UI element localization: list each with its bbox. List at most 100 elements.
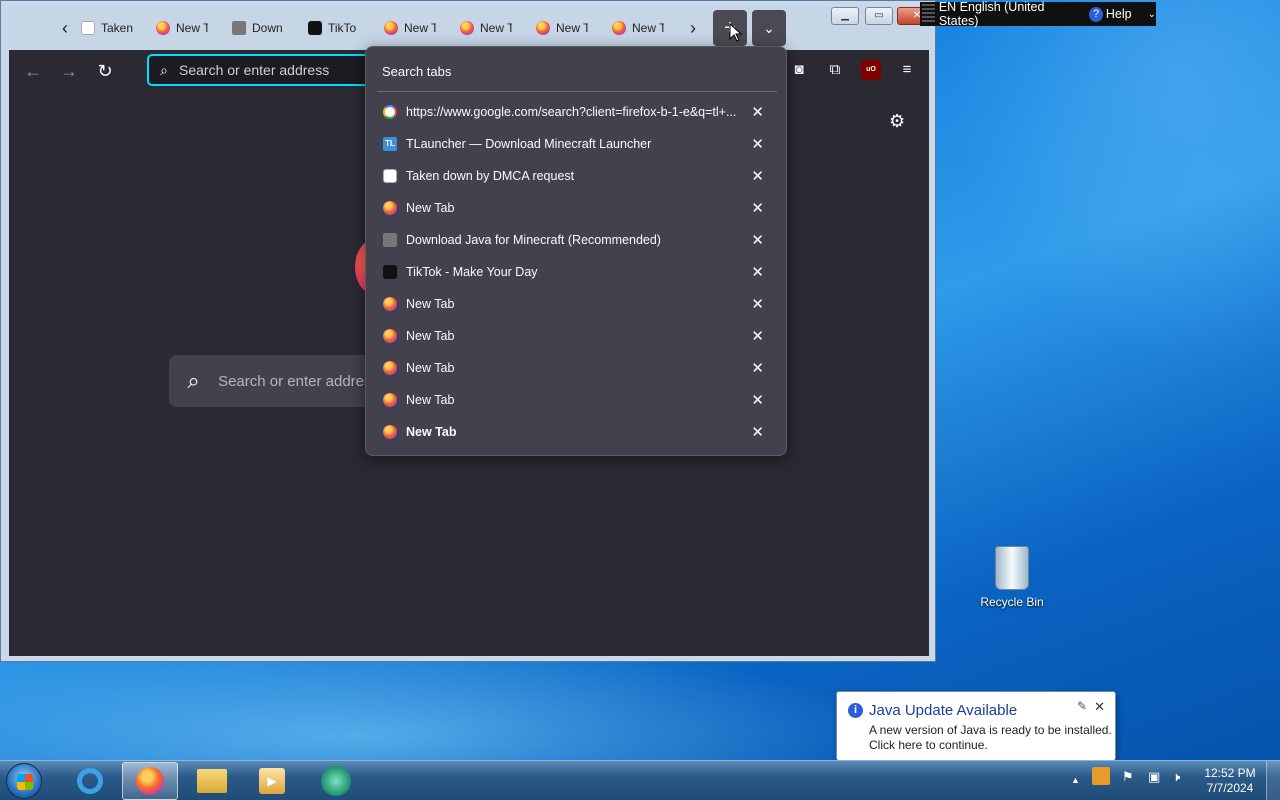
drag-handle[interactable]: [922, 4, 935, 24]
tab-item[interactable]: New T: [156, 16, 208, 40]
tab-list-item-label: New Tab: [406, 393, 455, 407]
close-icon[interactable]: ✕: [751, 167, 764, 185]
back-icon[interactable]: ←: [19, 58, 47, 84]
options-icon[interactable]: ⌄: [1148, 9, 1156, 20]
tab-label: Down: [252, 21, 283, 35]
maximize-button[interactable]: ▭: [865, 7, 893, 25]
reload-icon[interactable]: ↻: [91, 58, 119, 84]
internet-explorer-icon: [77, 768, 103, 794]
close-icon[interactable]: ✕: [751, 423, 764, 441]
show-desktop-button[interactable]: [1266, 761, 1280, 800]
tab-list-item[interactable]: New Tab ✕: [376, 386, 778, 414]
tab-item[interactable]: New T: [460, 16, 512, 40]
firefox-icon: [536, 21, 550, 35]
java-update-notification[interactable]: i Java Update Available A new version of…: [836, 691, 1116, 773]
firefox-taskbar-button[interactable]: [122, 762, 178, 800]
tab-list-item[interactable]: New Tab ✕: [376, 322, 778, 350]
mouse-cursor-icon: [729, 23, 743, 42]
media-player-button[interactable]: [244, 762, 300, 800]
firefox-icon: [383, 297, 397, 311]
tab-list-item[interactable]: Download Java for Minecraft (Recommended…: [376, 226, 778, 254]
scroll-tabs-right-icon[interactable]: ›: [682, 16, 704, 40]
notification-action[interactable]: Click here to continue.: [869, 738, 988, 752]
action-center-flag-icon[interactable]: ⚑: [1122, 769, 1134, 785]
desktop-wallpaper-glow-top: [950, 0, 1280, 360]
help-icon[interactable]: ?: [1089, 6, 1103, 22]
network-icon[interactable]: ▣: [1148, 769, 1160, 785]
list-all-tabs-button[interactable]: ⌄: [752, 10, 786, 46]
recycle-bin-icon: [995, 546, 1029, 590]
tab-list-item[interactable]: TL TLauncher — Download Minecraft Launch…: [376, 130, 778, 158]
volume-muted-icon[interactable]: 🕨: [1172, 769, 1180, 785]
tab-list-item-selected[interactable]: New Tab ✕: [376, 418, 778, 446]
clock-date: 7/7/2024: [1206, 781, 1254, 795]
app-button[interactable]: [308, 762, 364, 800]
internet-explorer-button[interactable]: [62, 762, 118, 800]
close-icon[interactable]: ✕: [751, 103, 764, 121]
options-icon[interactable]: ✎: [1077, 699, 1087, 713]
start-button[interactable]: [6, 763, 42, 799]
url-bar[interactable]: ⌕: [147, 54, 379, 86]
tab-label: Taken: [101, 21, 134, 35]
newtab-search-box[interactable]: ⌕ Search or enter address: [169, 355, 379, 407]
language-bar: EN English (United States) ? Help ⌄: [920, 0, 1156, 28]
google-icon: [383, 105, 397, 119]
firefox-icon: [156, 21, 170, 35]
tab-list-item-label: New Tab: [406, 297, 455, 311]
help-label[interactable]: Help: [1106, 7, 1132, 21]
divider: [377, 91, 777, 92]
close-icon[interactable]: ✕: [751, 391, 764, 409]
tab-list-item[interactable]: New Tab ✕: [376, 290, 778, 318]
firefox-icon: [383, 361, 397, 375]
tab-item[interactable]: New T: [384, 16, 436, 40]
tab-list-item[interactable]: New Tab ✕: [376, 194, 778, 222]
minimize-button[interactable]: ▁: [831, 7, 859, 25]
tab-list-item-label: Taken down by DMCA request: [406, 169, 575, 183]
firefox-icon: [384, 21, 398, 35]
pocket-icon[interactable]: ◙: [789, 60, 809, 80]
close-icon[interactable]: ✕: [751, 263, 764, 281]
menu-icon[interactable]: ≡: [897, 60, 917, 80]
recycle-bin-label: Recycle Bin: [980, 595, 1044, 609]
forward-icon[interactable]: →: [55, 58, 83, 84]
java-tray-icon[interactable]: [1092, 767, 1110, 785]
close-icon[interactable]: ✕: [751, 327, 764, 345]
input-language[interactable]: EN English (United States): [939, 0, 1075, 28]
firefox-icon: [136, 767, 164, 795]
app-icon: [321, 766, 351, 796]
close-icon[interactable]: ✕: [751, 231, 764, 249]
search-icon: ⌕: [187, 368, 200, 393]
close-icon[interactable]: ✕: [751, 135, 764, 153]
close-icon[interactable]: ✕: [751, 359, 764, 377]
close-icon[interactable]: ✕: [751, 295, 764, 313]
gear-icon[interactable]: ⚙: [889, 111, 905, 132]
tab-list-item[interactable]: Taken down by DMCA request ✕: [376, 162, 778, 190]
tab-list-item-label: New Tab: [406, 361, 455, 375]
tab-list-item[interactable]: https://www.google.com/search?client=fir…: [376, 98, 778, 126]
show-hidden-icons-icon[interactable]: ▲: [1071, 775, 1080, 785]
tab-item[interactable]: New T: [612, 16, 664, 40]
tab-label: TikTo: [328, 21, 357, 35]
tab-list-item[interactable]: New Tab ✕: [376, 354, 778, 382]
url-input[interactable]: [179, 62, 369, 78]
tab-list-item-label: New Tab: [406, 329, 455, 343]
firefox-icon: [383, 393, 397, 407]
scroll-tabs-left-icon[interactable]: ‹: [54, 16, 76, 40]
tab-item[interactable]: Taken: [81, 16, 137, 40]
box-icon: [383, 233, 397, 247]
close-icon[interactable]: ✕: [751, 199, 764, 217]
tab-list-item[interactable]: TikTok - Make Your Day ✕: [376, 258, 778, 286]
tab-strip: ‹ Taken New T Down TikTo New T New T New…: [9, 6, 937, 50]
tab-item[interactable]: TikTo: [308, 16, 362, 40]
tab-item[interactable]: New T: [536, 16, 588, 40]
extensions-icon[interactable]: ⧉: [825, 60, 845, 80]
recycle-bin[interactable]: Recycle Bin: [974, 546, 1050, 609]
notification-title: Java Update Available: [869, 702, 1018, 719]
explorer-button[interactable]: [184, 762, 240, 800]
close-icon[interactable]: ✕: [1094, 699, 1105, 715]
search-tabs-item[interactable]: Search tabs: [382, 64, 451, 79]
ublock-origin-icon[interactable]: uO: [861, 60, 881, 80]
system-clock[interactable]: 12:52 PM 7/7/2024: [1198, 766, 1262, 796]
tab-item[interactable]: Down: [232, 16, 288, 40]
tab-list-item-label: TLauncher — Download Minecraft Launcher: [406, 137, 652, 151]
